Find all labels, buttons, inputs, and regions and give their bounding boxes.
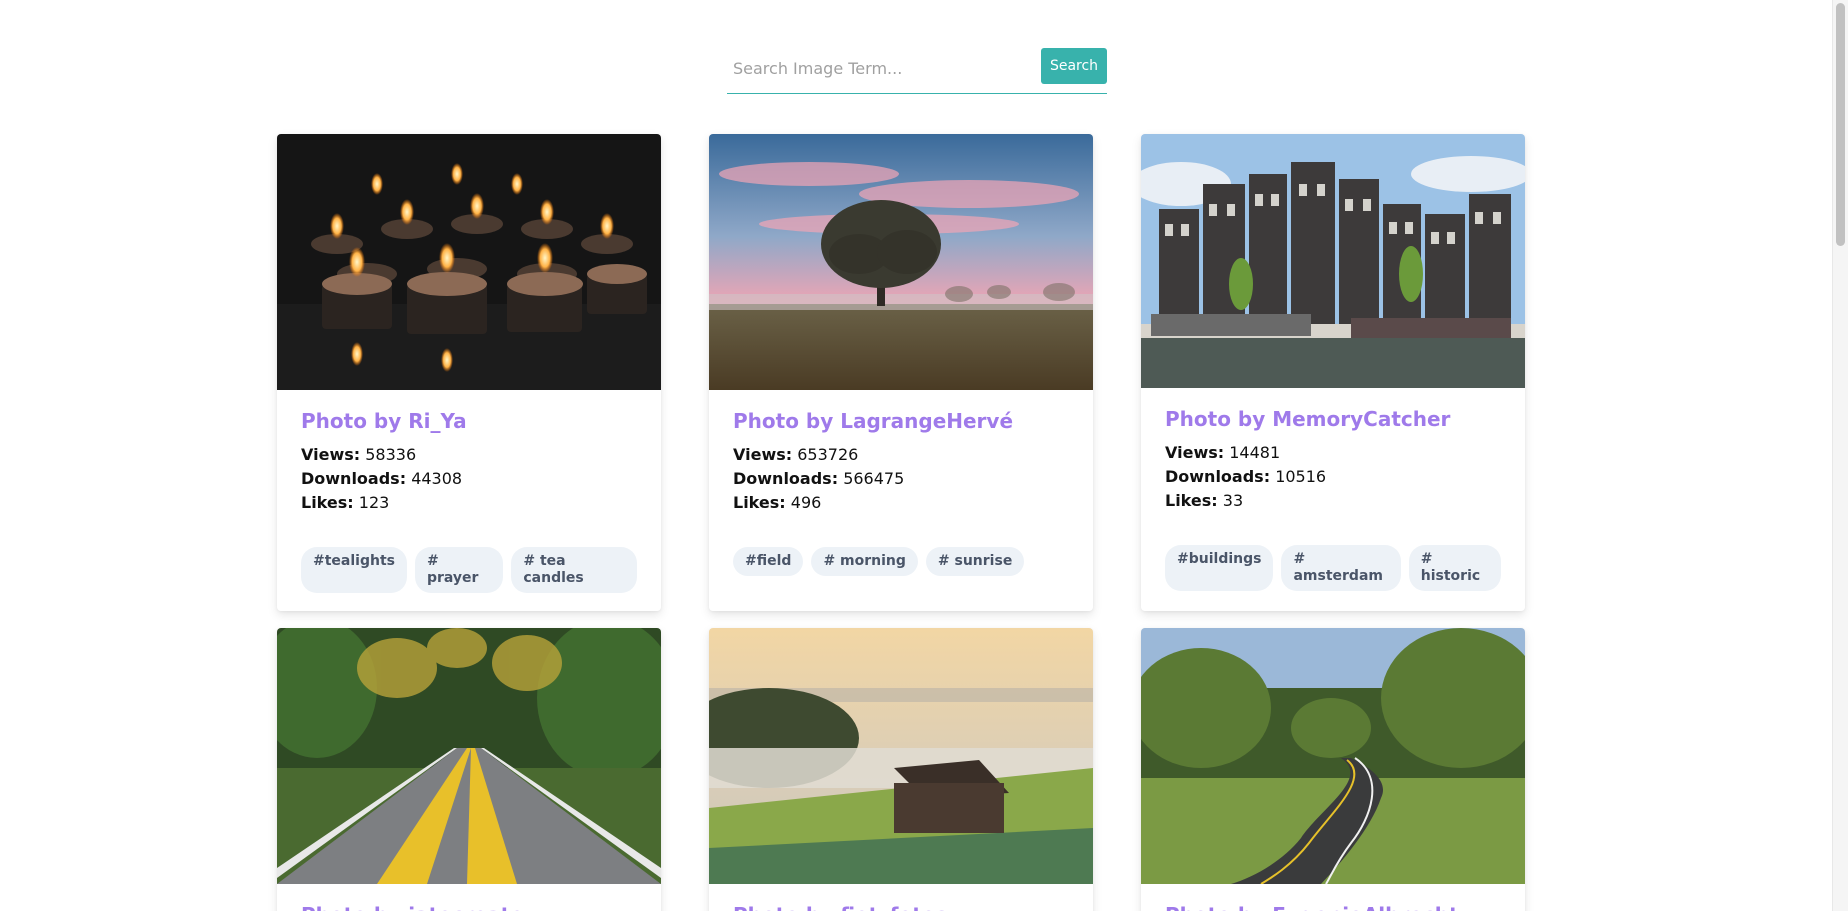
card-title: Photo by Ri_Ya [301,409,467,433]
image-card: Photo by jatocreate [277,628,661,911]
image-card: Photo by LagrangeHervé Views: 653726 Dow… [709,134,1093,611]
image-grid: Photo by Ri_Ya Views: 58336 Downloads: 4… [277,134,1527,911]
tag: #buildings [1165,545,1274,591]
tag: # tea candles [511,547,637,593]
image-card: Photo by MemoryCatcher Views: 14481 Down… [1141,134,1525,611]
amsterdam-houses-image [1141,134,1525,388]
tag-list: #tealights # prayer # tea candles [301,547,637,593]
tealights-image [277,134,661,390]
views-stat: Views: 14481 [1165,443,1281,462]
likes-stat: Likes: 33 [1165,491,1244,510]
tag: #tealights [301,547,407,593]
search-form: Search [727,48,1107,94]
tag: # amsterdam [1281,545,1401,591]
forest-road-image [277,628,661,884]
downloads-stat: Downloads: 44308 [301,469,463,488]
downloads-stat: Downloads: 566475 [733,469,905,488]
likes-stat: Likes: 123 [301,493,390,512]
tag: # prayer [414,547,504,593]
bike-path-image [1141,628,1525,884]
tree-field-image [709,134,1093,390]
image-card: Photo by fietzfotos [709,628,1093,911]
views-stat: Views: 653726 [733,445,859,464]
tag: # sunrise [925,547,1025,576]
tag-list: #buildings # amsterdam # historic [1165,545,1501,591]
card-title: Photo by EugenioAlbrecht [1165,903,1501,911]
tag: # historic [1408,545,1501,591]
tag-list: #field # morning # sunrise [733,547,1069,576]
card-title: Photo by MemoryCatcher [1165,407,1451,431]
likes-stat: Likes: 496 [733,493,822,512]
card-title: Photo by jatocreate [301,903,637,911]
search-input[interactable] [727,49,1027,87]
tag: #field [733,547,804,576]
scrollbar-thumb[interactable] [1836,3,1845,246]
foggy-barn-image [709,628,1093,884]
views-stat: Views: 58336 [301,445,417,464]
downloads-stat: Downloads: 10516 [1165,467,1327,486]
card-title: Photo by LagrangeHervé [733,409,1014,433]
card-title: Photo by fietzfotos [733,903,1069,911]
search-button[interactable]: Search [1041,48,1107,84]
image-card: Photo by Ri_Ya Views: 58336 Downloads: 4… [277,134,661,611]
image-card: Photo by EugenioAlbrecht [1141,628,1525,911]
page-scrollbar[interactable] [1832,0,1848,911]
tag: # morning [811,547,918,576]
